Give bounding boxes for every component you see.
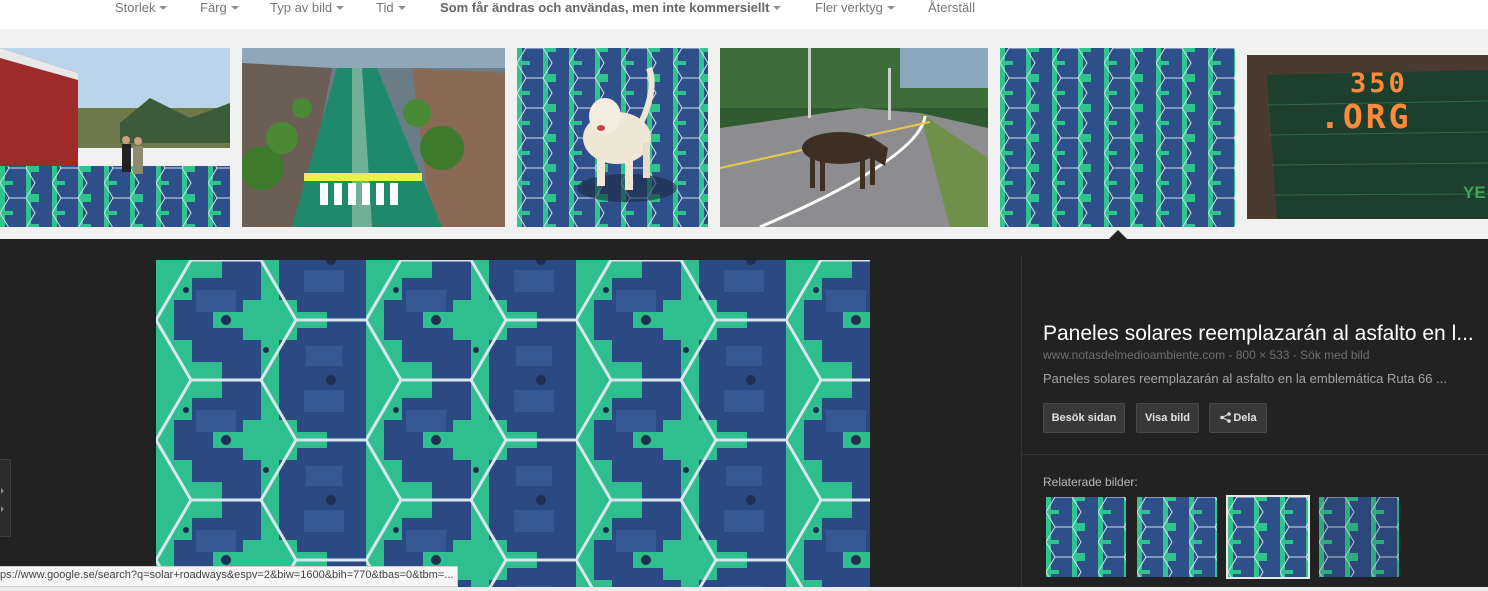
tool-reset[interactable]: Återställ (928, 0, 975, 16)
panel-pointer (1108, 230, 1128, 240)
thumbnail-1[interactable] (0, 48, 230, 227)
thumbnail-5-image (1000, 48, 1235, 227)
image-results-strip: 350 .ORG YE (0, 29, 1488, 239)
related-image-1-graphic (1046, 497, 1126, 577)
thumbnail-2[interactable] (242, 48, 505, 227)
related-image-2-graphic (1137, 497, 1217, 577)
panel-divider-vertical (1021, 256, 1022, 591)
related-image-3-graphic (1228, 497, 1308, 577)
thumbnail-5-selected[interactable] (1000, 48, 1235, 227)
related-image-3-selected[interactable] (1226, 495, 1310, 579)
related-image-1[interactable] (1046, 497, 1126, 577)
tool-reset-label: Återställ (928, 0, 975, 15)
chevron-down-icon (397, 6, 406, 10)
search-tools-bar: Storlek Färg Typ av bild Tid Som får änd… (0, 0, 1488, 29)
thumbnail-6-text-bottom: .ORG (1320, 97, 1412, 136)
next-arrow-icon (1, 506, 4, 512)
related-image-4[interactable] (1319, 497, 1399, 577)
previous-result-button[interactable] (0, 459, 11, 537)
panel-divider-horizontal (1022, 454, 1488, 455)
tool-type[interactable]: Typ av bild (270, 0, 345, 16)
preview-image-graphic (156, 260, 870, 591)
tool-time[interactable]: Tid (376, 0, 406, 16)
tool-type-label: Typ av bild (270, 0, 333, 15)
tool-more-label: Fler verktyg (815, 0, 883, 15)
tool-size-label: Storlek (115, 0, 156, 15)
visit-page-label: Besök sidan (1051, 412, 1117, 424)
tool-color-label: Färg (200, 0, 227, 15)
related-image-2[interactable] (1137, 497, 1217, 577)
view-image-label: Visa bild (1144, 412, 1191, 424)
related-images-label: Relaterade bilder: (1043, 475, 1138, 489)
tool-usage-rights[interactable]: Som får ändras och användas, men inte ko… (440, 0, 782, 16)
thumbnail-4-image (720, 48, 988, 227)
result-title[interactable]: Paneles solares reemplazarán al asfalto … (1043, 322, 1488, 348)
view-image-button[interactable]: Visa bild (1136, 403, 1199, 433)
thumbnail-6-text-top: 350 (1350, 68, 1408, 99)
preview-image[interactable] (156, 260, 870, 591)
share-button[interactable]: Dela (1209, 403, 1267, 433)
result-description: Paneles solares reemplazarán al asfalto … (1043, 371, 1447, 386)
share-label: Dela (1233, 412, 1257, 424)
tool-more[interactable]: Fler verktyg (815, 0, 895, 16)
tool-size[interactable]: Storlek (115, 0, 168, 16)
chevron-down-icon (159, 6, 168, 10)
related-image-4-graphic (1319, 497, 1399, 577)
tool-usage-rights-label: Som får ändras och användas, men inte ko… (440, 0, 770, 15)
chevron-down-icon (230, 6, 239, 10)
visit-page-button[interactable]: Besök sidan (1043, 403, 1125, 433)
next-arrow-icon (1, 488, 4, 494)
thumbnail-3[interactable] (517, 48, 708, 227)
result-meta: www.notasdelmedioambiente.com - 800 × 53… (1043, 348, 1370, 362)
thumbnail-1-image (0, 48, 230, 227)
chevron-down-icon (773, 6, 782, 10)
thumbnail-3-image (517, 48, 708, 227)
thumbnail-2-image (242, 48, 505, 227)
chevron-down-icon (886, 6, 895, 10)
thumbnail-6[interactable]: 350 .ORG YE (1247, 55, 1488, 219)
thumbnail-4[interactable] (720, 48, 988, 227)
tool-color[interactable]: Färg (200, 0, 239, 16)
chevron-down-icon (336, 6, 345, 10)
status-bar-url: ps://www.google.se/search?q=solar+roadwa… (0, 566, 459, 587)
bottom-edge (0, 587, 1488, 591)
share-icon (1220, 412, 1231, 423)
thumbnail-6-corner-text: YE (1463, 183, 1486, 202)
tool-time-label: Tid (376, 0, 394, 15)
